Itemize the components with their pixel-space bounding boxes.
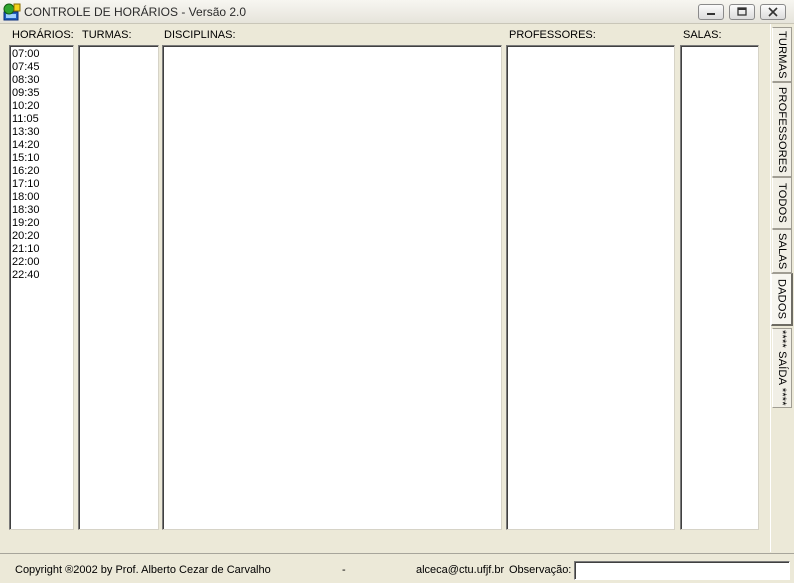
horario-item[interactable]: 22:00: [10, 256, 73, 269]
disciplinas-label: DISCIPLINAS:: [164, 29, 236, 41]
tab-professores[interactable]: PROFESSORES: [772, 82, 792, 177]
tab-saida[interactable]: **** SAÍDA ****: [772, 328, 792, 408]
horarios-list[interactable]: 07:00 07:45 08:30 09:35 10:20 11:05 13:30 14:20…: [9, 45, 74, 530]
horario-item[interactable]: 20:20: [10, 230, 73, 243]
window-title: CONTROLE DE HORÁRIOS - Versão 2.0: [24, 5, 247, 19]
horarios-label: HORÁRIOS:: [12, 29, 74, 41]
horario-item[interactable]: 08:30: [10, 74, 73, 87]
turmas-list[interactable]: [78, 45, 159, 530]
main-panel: HORÁRIOS: TURMAS: DISCIPLINAS: PROFESSOR…: [0, 24, 770, 552]
horario-item[interactable]: 13:30: [10, 126, 73, 139]
minimize-button[interactable]: [698, 4, 724, 20]
salas-label: SALAS:: [683, 29, 722, 41]
status-separator: -: [342, 564, 346, 576]
horario-item[interactable]: 11:05: [10, 113, 73, 126]
turmas-label: TURMAS:: [82, 29, 132, 41]
horario-item[interactable]: 19:20: [10, 217, 73, 230]
horario-item[interactable]: 16:20: [10, 165, 73, 178]
status-bar: Copyright ®2002 by Prof. Alberto Cezar d…: [0, 553, 794, 583]
professores-label: PROFESSORES:: [509, 29, 596, 41]
horario-item[interactable]: 21:10: [10, 243, 73, 256]
copyright-text: Copyright ®2002 by Prof. Alberto Cezar d…: [15, 564, 271, 576]
observacao-label: Observação:: [509, 564, 572, 576]
email-text: alceca@ctu.ufjf.br: [416, 564, 505, 576]
horario-item[interactable]: 07:00: [10, 48, 73, 61]
horario-item[interactable]: 22:40: [10, 269, 73, 282]
tab-turmas[interactable]: TURMAS: [772, 27, 792, 82]
tab-todos[interactable]: TODOS: [772, 177, 792, 229]
tab-salas[interactable]: SALAS: [772, 229, 792, 273]
app-icon: [3, 3, 21, 21]
salas-list[interactable]: [680, 45, 759, 530]
horario-item[interactable]: 15:10: [10, 152, 73, 165]
restore-button[interactable]: [729, 4, 755, 20]
horario-item[interactable]: 18:30: [10, 204, 73, 217]
horario-item[interactable]: 17:10: [10, 178, 73, 191]
professores-list[interactable]: [506, 45, 675, 530]
horario-item[interactable]: 14:20: [10, 139, 73, 152]
title-bar: CONTROLE DE HORÁRIOS - Versão 2.0: [0, 0, 794, 24]
horario-item[interactable]: 07:45: [10, 61, 73, 74]
horario-item[interactable]: 10:20: [10, 100, 73, 113]
close-button[interactable]: [760, 4, 786, 20]
disciplinas-list[interactable]: [162, 45, 502, 530]
observacao-input[interactable]: [574, 561, 790, 580]
tab-dados[interactable]: DADOS: [771, 273, 793, 326]
horario-item[interactable]: 09:35: [10, 87, 73, 100]
horario-item[interactable]: 18:00: [10, 191, 73, 204]
side-tabs: TURMAS PROFESSORES TODOS SALAS DADOS ***…: [770, 24, 794, 552]
